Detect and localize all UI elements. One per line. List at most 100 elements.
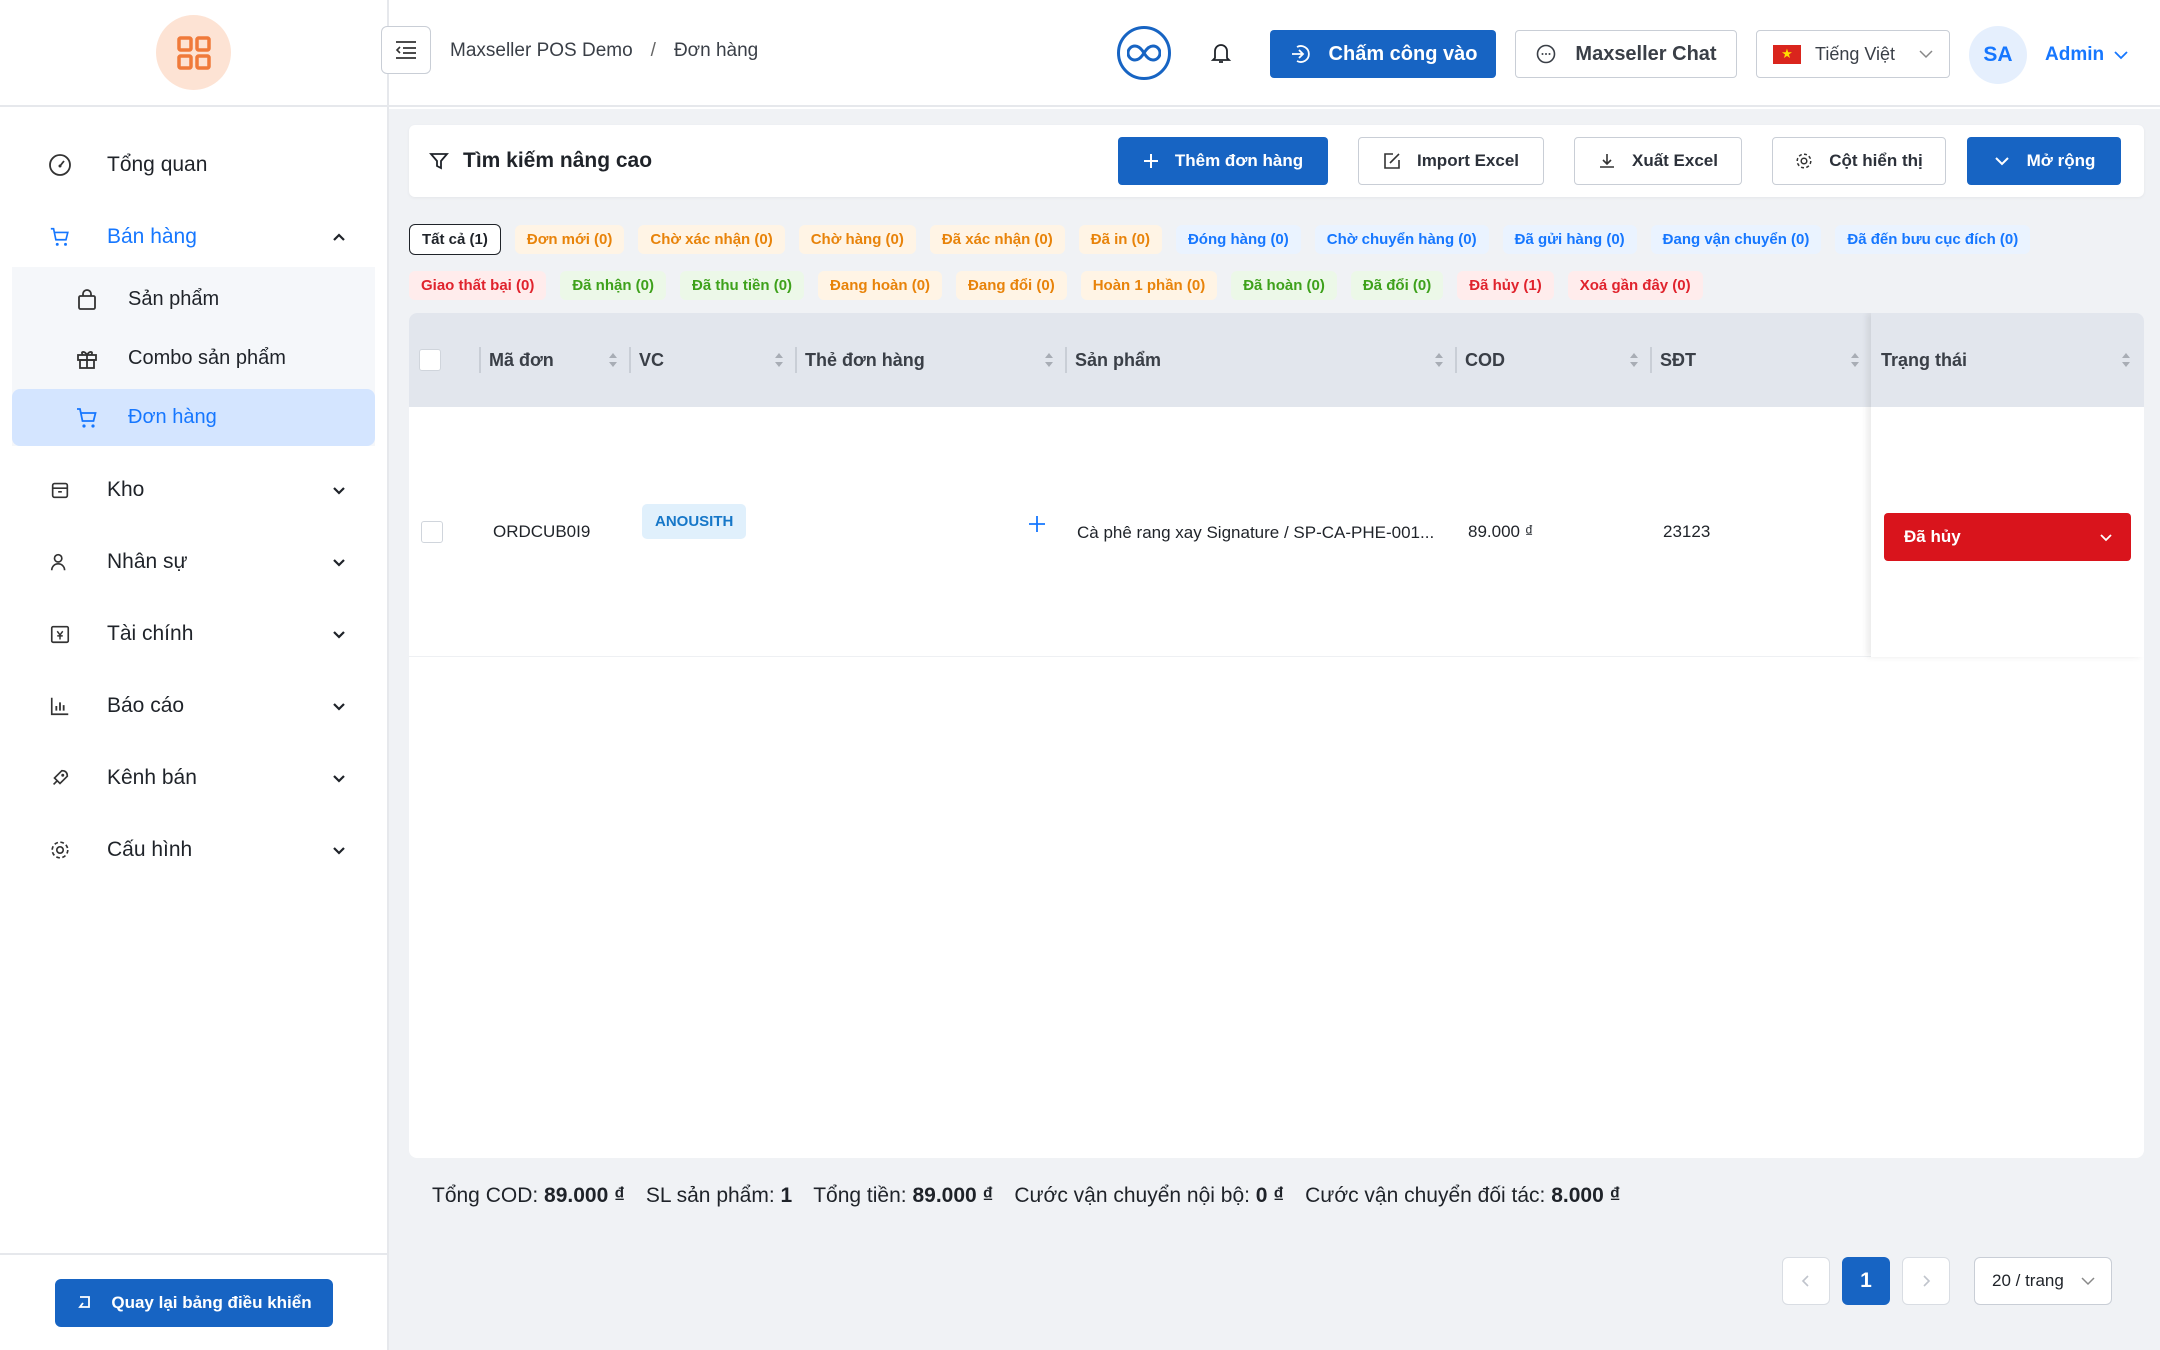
sidebar-item-label: Sản phẩm (128, 288, 220, 310)
sidebar-item-settings[interactable]: Cấu hình (0, 820, 387, 880)
sidebar-item-label: Báo cáo (107, 694, 185, 717)
column-header-order-code[interactable]: Mã đơn (479, 313, 629, 407)
return-icon (78, 1295, 91, 1308)
back-to-dashboard-button[interactable]: Quay lại bảng điều khiển (54, 1278, 333, 1327)
order-summary: Tổng COD: 89.000 ₫ SL sản phẩm: 1 Tổng t… (432, 1184, 1620, 1208)
user-menu[interactable]: Admin (2045, 44, 2130, 66)
sidebar-item-label: Cấu hình (107, 838, 193, 861)
advanced-search-bar: Tìm kiếm nâng cao Thêm đơn hàng Import E… (409, 125, 2144, 197)
status-tab[interactable]: Đã gửi hàng (0) (1502, 224, 1637, 254)
import-excel-label: Import Excel (1416, 151, 1520, 170)
app-logo[interactable] (156, 15, 231, 90)
status-tab[interactable]: Đã hoàn (0) (1231, 270, 1337, 300)
status-tab[interactable]: Đang vận chuyển (0) (1650, 224, 1822, 254)
chat-button[interactable]: Maxseller Chat (1515, 30, 1737, 78)
status-tab[interactable]: Đã thu tiền (0) (680, 270, 805, 300)
column-label: Sản phẩm (1075, 349, 1162, 370)
column-header-product[interactable]: Sản phẩm (1065, 313, 1455, 407)
summary-value: 0 ₫ (1255, 1184, 1285, 1207)
sidebar-item-hr[interactable]: Nhân sự (0, 532, 387, 592)
back-to-dashboard-label: Quay lại bảng điều khiển (111, 1292, 312, 1312)
notifications-button[interactable] (1209, 40, 1233, 71)
summary-value: 1 (780, 1184, 793, 1207)
sidebar-item-orders[interactable]: Đơn hàng (12, 389, 375, 446)
status-tab-row: Giao thất bại (0) Đã nhận (0) Đã thu tiền … (409, 267, 2144, 303)
cart-icon (74, 405, 100, 431)
dashboard-gauge-icon (48, 153, 72, 177)
chevron-down-icon (1994, 157, 2009, 166)
column-header-carrier[interactable]: VC (629, 313, 795, 407)
advanced-search-toggle[interactable]: Tìm kiếm nâng cao (429, 149, 652, 173)
chevron-down-icon (2081, 1277, 2095, 1286)
status-tab[interactable]: Hoàn 1 phần (0) (1080, 270, 1218, 300)
page-number-button[interactable]: 1 (1842, 1257, 1890, 1305)
sidebar-item-products[interactable]: Sản phẩm (12, 271, 375, 328)
check-in-label: Chấm công vào (1328, 42, 1478, 65)
status-tab[interactable]: Đã đến bưu cục đích (0) (1835, 224, 2031, 254)
status-tab[interactable]: Đã đổi (0) (1350, 270, 1444, 300)
check-in-button[interactable]: Chấm công vào (1270, 30, 1496, 78)
status-dropdown[interactable]: Đã hủy (1884, 513, 2131, 561)
sidebar-item-overview[interactable]: Tổng quan (0, 135, 387, 195)
sidebar-item-sales[interactable]: Bán hàng (0, 207, 387, 267)
status-tab[interactable]: Đóng hàng (0) (1175, 224, 1301, 254)
sidebar-item-combo[interactable]: Combo sản phẩm (12, 330, 375, 387)
sidebar-footer: Quay lại bảng điều khiển (0, 1253, 387, 1350)
column-header-cod[interactable]: COD (1455, 313, 1650, 407)
language-select[interactable]: ★ Tiếng Việt (1756, 30, 1950, 78)
sidebar-item-label: Kênh bán (107, 766, 197, 789)
menu-fold-icon (395, 41, 416, 59)
sort-icon (2122, 353, 2130, 367)
status-tab[interactable]: Chờ xác nhận (0) (638, 224, 785, 254)
sidebar-item-channels[interactable]: Kênh bán (0, 748, 387, 808)
add-order-button[interactable]: Thêm đơn hàng (1118, 137, 1328, 185)
next-page-button[interactable] (1902, 1257, 1950, 1305)
integration-button[interactable] (1117, 26, 1171, 80)
sidebar-item-reports[interactable]: Báo cáo (0, 676, 387, 736)
add-tag-button[interactable] (1027, 514, 1047, 539)
column-settings-button[interactable]: Cột hiển thị (1772, 137, 1946, 185)
chevron-down-icon (1919, 50, 1933, 59)
status-tab[interactable]: Đã in (0) (1078, 224, 1162, 254)
export-excel-button[interactable]: Xuất Excel (1574, 137, 1742, 185)
import-excel-button[interactable]: Import Excel (1358, 137, 1544, 185)
status-tab[interactable]: Giao thất bại (0) (409, 270, 547, 300)
summary-label: Cước vận chuyển đối tác: (1305, 1184, 1546, 1207)
sort-icon (1045, 353, 1053, 367)
column-settings-label: Cột hiển thị (1829, 151, 1923, 170)
status-tab[interactable]: Chờ chuyển hàng (0) (1314, 224, 1489, 254)
shopping-bag-icon (74, 287, 100, 313)
status-tab[interactable]: Đã nhận (0) (560, 270, 667, 300)
gift-icon (74, 346, 100, 372)
status-tab[interactable]: Xoá gần đây (0) (1567, 270, 1703, 300)
plus-icon (1029, 516, 1045, 532)
chevron-down-icon (2114, 51, 2128, 60)
status-tab[interactable]: Đã xác nhận (0) (929, 224, 1065, 254)
status-tab[interactable]: Đơn mới (0) (514, 224, 625, 254)
sidebar-item-finance[interactable]: Tài chính (0, 604, 387, 664)
breadcrumb-root[interactable]: Maxseller POS Demo (450, 40, 633, 61)
expand-search-button[interactable]: Mở rộng (1967, 137, 2121, 185)
chevron-up-icon (333, 233, 345, 241)
column-label: COD (1465, 349, 1505, 370)
status-tab[interactable]: Chờ hàng (0) (798, 224, 916, 254)
column-header-order-tags[interactable]: Thẻ đơn hàng (795, 313, 1065, 407)
prev-page-button[interactable] (1782, 1257, 1830, 1305)
select-all-checkbox[interactable] (419, 349, 441, 371)
column-header-status[interactable]: Trạng thái (1871, 313, 2144, 407)
download-icon (1600, 154, 1614, 168)
sidebar-item-warehouse[interactable]: Kho (0, 460, 387, 520)
avatar[interactable]: SA (1969, 26, 2027, 84)
page-size-select[interactable]: 20 / trang (1974, 1257, 2112, 1305)
status-tab[interactable]: Đang hoàn (0) (818, 270, 943, 300)
order-code[interactable]: ORDCUB0I9 (493, 522, 590, 542)
product-name: Cà phê rang xay Signature / SP-CA-PHE-00… (1077, 523, 1435, 542)
status-tab[interactable]: Đã hủy (1) (1457, 270, 1554, 300)
row-checkbox[interactable] (421, 521, 443, 543)
menu-toggle-button[interactable] (381, 26, 431, 74)
column-header-phone[interactable]: SĐT (1650, 313, 1871, 407)
sort-icon (1630, 353, 1638, 367)
sidebar-item-label: Bán hàng (107, 225, 197, 248)
status-tab[interactable]: Đang đổi (0) (956, 270, 1067, 300)
status-tab[interactable]: Tất cả (1) (409, 223, 501, 255)
